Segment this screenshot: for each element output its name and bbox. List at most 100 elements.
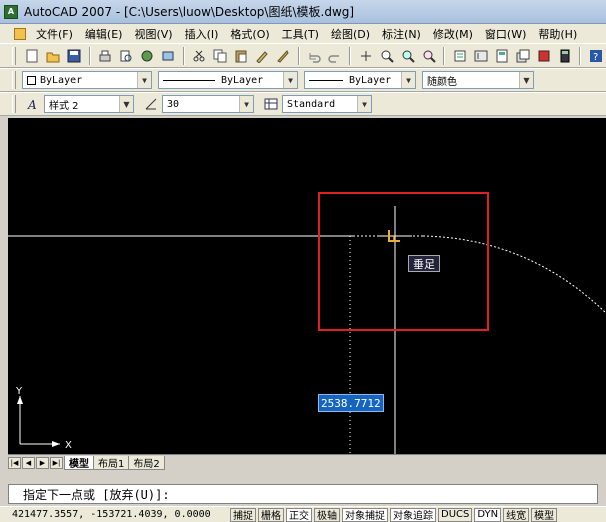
- publish-icon[interactable]: [139, 47, 156, 65]
- lineweight-combo[interactable]: ByLayer ▼: [304, 71, 416, 89]
- left-frame: [0, 118, 8, 454]
- table-style-combo[interactable]: Standard ▼: [282, 95, 372, 113]
- status-model-button[interactable]: 模型: [531, 507, 558, 522]
- menu-dimension[interactable]: 标注(N): [376, 26, 427, 42]
- copy-icon[interactable]: [212, 47, 229, 65]
- status-grid-button[interactable]: 栅格: [258, 507, 284, 522]
- markup-icon[interactable]: [535, 47, 552, 65]
- menu-help[interactable]: 帮助(H): [532, 26, 583, 42]
- status-bar: 421477.3557, -153721.4039, 0.0000 捕捉 栅格 …: [0, 506, 606, 522]
- tab-layout1[interactable]: 布局1: [93, 455, 130, 470]
- help-icon[interactable]: ?: [587, 47, 604, 65]
- menu-view[interactable]: 视图(V): [128, 26, 178, 42]
- zoom-window-icon[interactable]: [399, 47, 416, 65]
- toolbar-separator: [182, 46, 185, 65]
- properties-toolbar: ByLayer ▼ ByLayer ▼ ByLayer ▼ 随颜色 ▼: [0, 68, 606, 92]
- status-osnap-button[interactable]: 对象捕捉: [342, 507, 388, 522]
- text-style-combo[interactable]: 样式 2 ▼: [44, 95, 134, 113]
- chevron-down-icon[interactable]: ▼: [357, 96, 371, 112]
- standard-toolbar: ?: [0, 43, 606, 68]
- toolbar-separator: [579, 46, 582, 65]
- menu-window[interactable]: 窗口(W): [479, 26, 532, 42]
- autocad-app-icon[interactable]: A: [4, 4, 18, 19]
- chevron-down-icon[interactable]: ▼: [137, 72, 151, 88]
- tab-layout2[interactable]: 布局2: [128, 455, 165, 470]
- layout-tabs: |◀ ◀ ▶ ▶| 模型 布局1 布局2: [8, 454, 606, 470]
- match-properties-icon[interactable]: [254, 47, 271, 65]
- toolbar-grip[interactable]: [12, 46, 16, 65]
- new-icon[interactable]: [24, 47, 41, 65]
- styles-toolbar: A 样式 2 ▼ 30 ▼ Standard ▼: [0, 92, 606, 116]
- menu-draw[interactable]: 绘图(D): [325, 26, 376, 42]
- document-icon[interactable]: [14, 27, 26, 40]
- pan-icon[interactable]: [357, 47, 374, 65]
- linetype-preview: [163, 79, 215, 81]
- zoom-realtime-icon[interactable]: [378, 47, 395, 65]
- toolbar-grip[interactable]: [12, 95, 16, 113]
- linetype-combo[interactable]: ByLayer ▼: [158, 71, 298, 89]
- last-tab-icon[interactable]: ▶|: [50, 456, 63, 469]
- status-otrack-button[interactable]: 对象追踪: [390, 507, 436, 522]
- menu-file[interactable]: 文件(F): [30, 26, 79, 42]
- menu-modify[interactable]: 修改(M): [427, 26, 479, 42]
- arc-curve[interactable]: [422, 235, 606, 314]
- window-title: AutoCAD 2007 - [C:\Users\luow\Desktop\图纸…: [24, 5, 355, 19]
- menu-insert[interactable]: 插入(I): [179, 26, 225, 42]
- snap-tooltip: 垂足: [408, 255, 440, 272]
- menu-edit[interactable]: 编辑(E): [79, 26, 129, 42]
- drawing-svg: Y X: [8, 192, 606, 454]
- layer-value: ByLayer: [40, 74, 83, 86]
- status-snap-button[interactable]: 捕捉: [230, 507, 256, 522]
- block-editor-icon[interactable]: [275, 47, 292, 65]
- tool-palettes-icon[interactable]: [493, 47, 510, 65]
- tab-model[interactable]: 模型: [64, 455, 94, 470]
- chevron-down-icon[interactable]: ▼: [519, 72, 533, 88]
- table-style-icon[interactable]: [262, 95, 280, 113]
- dynamic-input-box[interactable]: 2538.7712: [318, 394, 384, 412]
- title-bar: A AutoCAD 2007 - [C:\Users\luow\Desktop\…: [0, 0, 606, 24]
- menu-tools[interactable]: 工具(T): [276, 26, 325, 42]
- chevron-down-icon[interactable]: ▼: [119, 96, 133, 112]
- command-line[interactable]: 指定下一点或 [放弃(U)]:: [8, 484, 598, 504]
- plot-style-value: 随颜色: [427, 76, 457, 88]
- chevron-down-icon[interactable]: ▼: [239, 96, 253, 112]
- print-preview-icon[interactable]: [118, 47, 135, 65]
- open-icon[interactable]: [45, 47, 62, 65]
- chevron-down-icon[interactable]: ▼: [401, 72, 415, 88]
- layer-combo[interactable]: ByLayer ▼: [22, 71, 152, 89]
- toolbar-grip[interactable]: [12, 71, 16, 89]
- status-ducs-button[interactable]: DUCS: [438, 507, 473, 522]
- dimension-style-value: 30: [167, 98, 180, 110]
- coordinate-readout[interactable]: 421477.3557, -153721.4039, 0.0000: [0, 509, 230, 520]
- plot-icon[interactable]: [160, 47, 177, 65]
- previous-tab-icon[interactable]: ◀: [22, 456, 35, 469]
- status-ortho-button[interactable]: 正交: [286, 507, 312, 522]
- next-tab-icon[interactable]: ▶: [36, 456, 49, 469]
- status-dyn-button[interactable]: DYN: [474, 507, 502, 522]
- status-polar-button[interactable]: 极轴: [314, 507, 340, 522]
- redo-icon[interactable]: [326, 47, 343, 65]
- first-tab-icon[interactable]: |◀: [8, 456, 21, 469]
- sheet-set-icon[interactable]: [514, 47, 531, 65]
- dimension-style-combo[interactable]: 30 ▼: [162, 95, 254, 113]
- dimension-style-icon[interactable]: [142, 95, 160, 113]
- text-style-icon[interactable]: A: [24, 95, 42, 113]
- print-icon[interactable]: [97, 47, 114, 65]
- status-lineweight-button[interactable]: 线宽: [503, 507, 530, 522]
- save-icon[interactable]: [66, 47, 83, 65]
- drawing-canvas[interactable]: Y X 垂足 2538.7712: [8, 118, 606, 454]
- lineweight-value: ByLayer: [349, 74, 392, 86]
- chevron-down-icon[interactable]: ▼: [283, 72, 297, 88]
- properties-icon[interactable]: [451, 47, 468, 65]
- menu-format[interactable]: 格式(O): [224, 26, 275, 42]
- undo-icon[interactable]: [306, 47, 323, 65]
- toolbar-separator: [443, 46, 446, 65]
- design-center-icon[interactable]: [472, 47, 489, 65]
- text-style-value: 样式 2: [49, 100, 79, 112]
- cut-icon[interactable]: [191, 47, 208, 65]
- calculator-icon[interactable]: [556, 47, 573, 65]
- paste-icon[interactable]: [233, 47, 250, 65]
- zoom-previous-icon[interactable]: [420, 47, 437, 65]
- ucs-x-arrow: [52, 441, 60, 447]
- plot-style-combo[interactable]: 随颜色 ▼: [422, 71, 534, 89]
